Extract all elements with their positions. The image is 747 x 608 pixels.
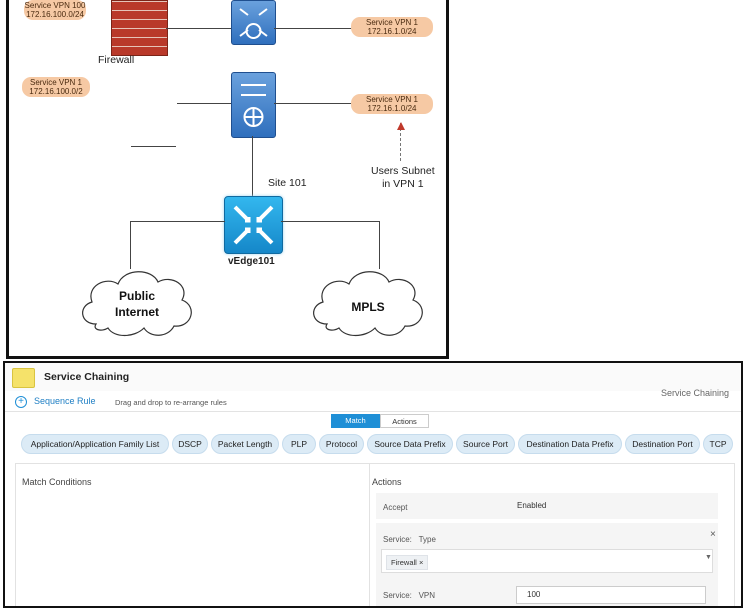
firewall-label: Firewall bbox=[98, 54, 135, 66]
accept-label: Accept bbox=[383, 503, 408, 512]
match-conditions-heading: Match Conditions bbox=[22, 477, 92, 487]
sequence-rule-button[interactable]: Sequence Rule bbox=[34, 396, 96, 406]
mpls-cloud: MPLS bbox=[305, 262, 431, 342]
add-sequence-rule-icon[interactable]: + bbox=[15, 396, 27, 408]
service-type-select[interactable] bbox=[381, 549, 713, 573]
top-switch-icon bbox=[231, 0, 276, 45]
tab-match[interactable]: Match bbox=[331, 414, 380, 428]
service-vpn-1-left-pill: Service VPN 1 172.16.100.0/2 bbox=[22, 77, 90, 97]
service-type-label: Service: Type bbox=[383, 535, 436, 544]
service-vpn-input[interactable]: 100 bbox=[516, 586, 706, 604]
chip-dscp[interactable]: DSCP bbox=[172, 434, 208, 454]
network-diagram: Service VPN 100 172.16.100.0/24 Firewall… bbox=[6, 0, 449, 359]
core-switch-icon bbox=[231, 72, 276, 138]
firewall-icon bbox=[111, 0, 168, 56]
chevron-down-icon[interactable]: ▼ bbox=[705, 554, 712, 561]
chip-destination-port[interactable]: Destination Port bbox=[625, 434, 700, 454]
chip-source-data-prefix[interactable]: Source Data Prefix bbox=[367, 434, 453, 454]
public-internet-cloud: Public Internet bbox=[74, 262, 200, 342]
tab-actions[interactable]: Actions bbox=[380, 414, 429, 428]
chip-source-port[interactable]: Source Port bbox=[456, 434, 515, 454]
accept-row bbox=[376, 493, 718, 519]
chip-tcp[interactable]: TCP bbox=[703, 434, 733, 454]
actions-heading: Actions bbox=[372, 477, 402, 487]
remove-tag-icon[interactable]: × bbox=[419, 558, 423, 567]
firewall-tag: Firewall × bbox=[386, 555, 429, 570]
site-label: Site 101 bbox=[268, 177, 307, 189]
service-vpn-label: Service: VPN bbox=[383, 591, 436, 600]
chip-application-family[interactable]: Application/Application Family List bbox=[21, 434, 169, 454]
service-chaining-panel: Service Chaining Service Chaining + Sequ… bbox=[3, 361, 743, 608]
vedge-router-icon bbox=[224, 196, 283, 254]
service-vpn-1-top-pill: Service VPN 1 172.16.1.0/24 bbox=[351, 17, 433, 37]
chip-destination-data-prefix[interactable]: Destination Data Prefix bbox=[518, 434, 622, 454]
accept-value: Enabled bbox=[517, 501, 547, 510]
chip-packet-length[interactable]: Packet Length bbox=[211, 434, 279, 454]
router-label: vEdge101 bbox=[228, 256, 275, 267]
chip-plp[interactable]: PLP bbox=[282, 434, 316, 454]
service-vpn-100-pill: Service VPN 100 172.16.100.0/24 bbox=[24, 0, 86, 20]
chip-protocol[interactable]: Protocol bbox=[319, 434, 364, 454]
drag-hint: Drag and drop to re-arrange rules bbox=[115, 398, 227, 407]
page-title: Service Chaining bbox=[44, 371, 130, 383]
service-chaining-icon bbox=[12, 368, 35, 388]
service-vpn-1-users-pill: Service VPN 1 172.16.1.0/24 bbox=[351, 94, 433, 114]
arrow-up-icon bbox=[397, 122, 405, 130]
users-subnet-label: Users Subnet in VPN 1 bbox=[371, 165, 435, 190]
remove-service-icon[interactable]: × bbox=[710, 529, 716, 540]
breadcrumb: Service Chaining bbox=[660, 388, 729, 398]
